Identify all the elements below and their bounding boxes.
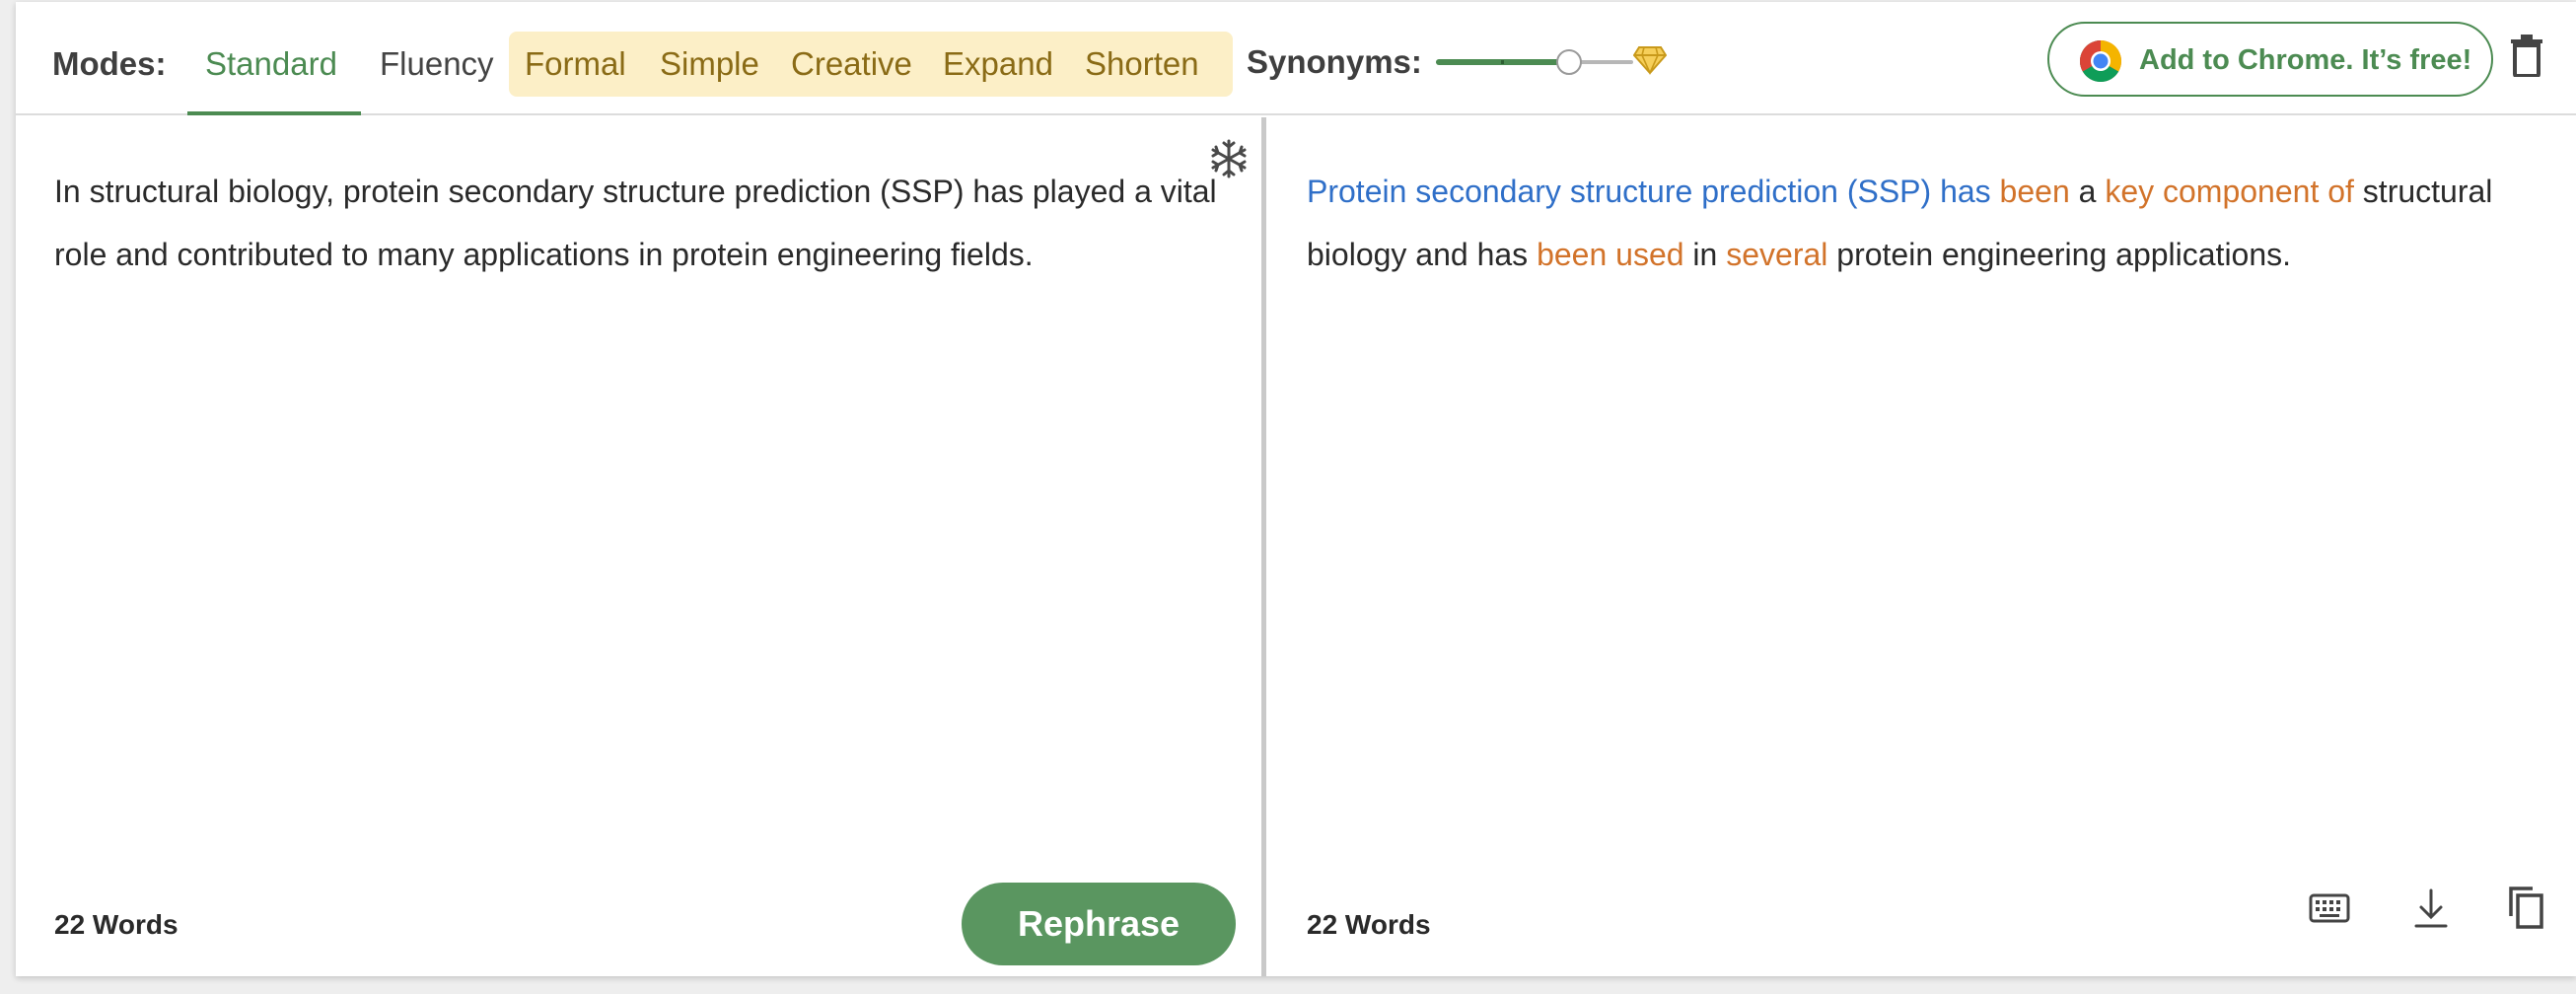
- paraphraser-card: Modes: Standard Fluency Formal Simple Cr…: [16, 2, 2576, 976]
- synonyms-label: Synonyms:: [1247, 43, 1422, 80]
- plain-segment: a: [2069, 174, 2106, 209]
- modes-label: Modes:: [52, 45, 167, 82]
- changed-segment[interactable]: been: [2000, 174, 2070, 209]
- output-text-area[interactable]: Protein secondary structure prediction (…: [1307, 160, 2559, 286]
- mode-tab-shorten[interactable]: Shorten: [1085, 45, 1199, 83]
- pane-divider[interactable]: [1261, 117, 1266, 976]
- download-icon[interactable]: [2412, 887, 2450, 930]
- changed-segment[interactable]: several: [1726, 237, 1827, 272]
- input-word-count: 22 Words: [54, 909, 179, 940]
- plain-segment: [1991, 174, 2000, 209]
- changed-segment[interactable]: been used: [1537, 237, 1683, 272]
- plain-segment: protein engineering applications.: [1827, 237, 2292, 272]
- diamond-icon: [1633, 46, 1667, 75]
- copy-icon[interactable]: [2503, 885, 2544, 930]
- changed-segment[interactable]: Protein secondary structure prediction (…: [1307, 174, 1991, 209]
- mode-tab-fluency[interactable]: Fluency: [380, 45, 494, 83]
- mode-tab-standard[interactable]: Standard: [205, 45, 337, 83]
- freeze-words-icon[interactable]: [1207, 137, 1251, 180]
- keyboard-icon[interactable]: [2309, 893, 2350, 923]
- slider-tick: [1501, 60, 1504, 64]
- mode-tab-formal[interactable]: Formal: [525, 45, 626, 83]
- output-word-count: 22 Words: [1307, 909, 1431, 940]
- plain-segment: in: [1683, 237, 1727, 272]
- synonyms-slider[interactable]: [1436, 45, 1673, 79]
- mode-tab-simple[interactable]: Simple: [660, 45, 759, 83]
- changed-segment[interactable]: key component of: [2105, 174, 2354, 209]
- add-to-chrome-button[interactable]: Add to Chrome. It’s free!: [2047, 22, 2493, 97]
- trash-icon[interactable]: [2509, 34, 2544, 77]
- rephrase-button[interactable]: Rephrase: [962, 883, 1236, 965]
- slider-thumb[interactable]: [1556, 49, 1582, 75]
- mode-tab-creative[interactable]: Creative: [791, 45, 912, 83]
- chrome-logo-icon: [2079, 39, 2122, 83]
- active-tab-underline: [187, 111, 361, 115]
- toolbar: Modes: Standard Fluency Formal Simple Cr…: [16, 2, 2576, 115]
- add-to-chrome-label: Add to Chrome. It’s free!: [2139, 44, 2472, 76]
- input-text-area[interactable]: In structural biology, protein secondary…: [54, 160, 1228, 286]
- mode-tab-expand[interactable]: Expand: [943, 45, 1053, 83]
